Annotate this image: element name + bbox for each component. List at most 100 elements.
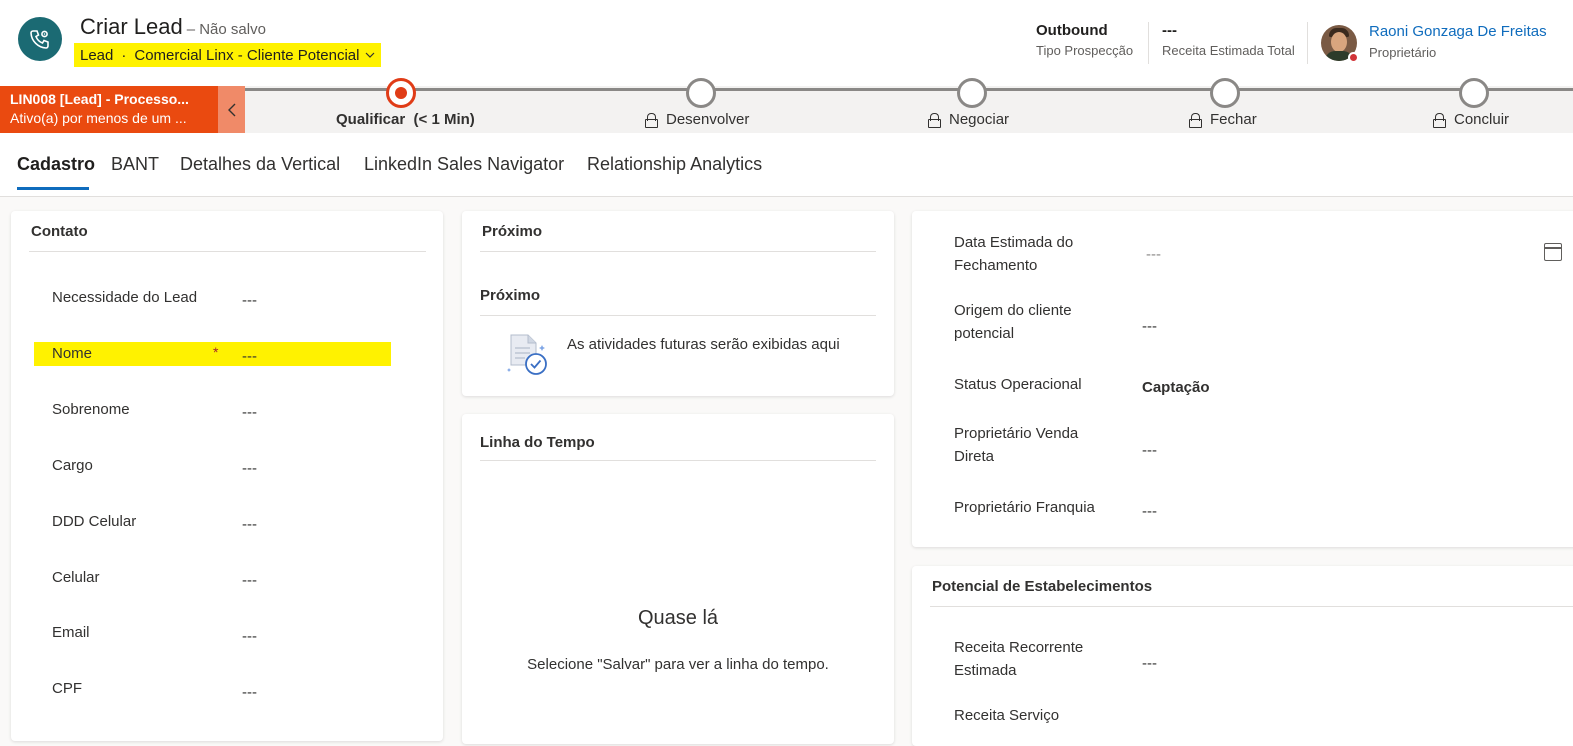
stage-concluir-circle[interactable] — [1459, 78, 1489, 108]
field-label-line: Direta — [954, 448, 995, 465]
field-nome[interactable]: --- — [242, 348, 257, 365]
timeline-empty-text: Selecione "Salvar" para ver a linha do t… — [527, 656, 829, 673]
field-celular[interactable]: --- — [242, 572, 257, 589]
header-field-tipo-prospeccao[interactable]: Outbound Tipo Prospecção — [1036, 22, 1133, 58]
field-label: Proprietário Venda Direta — [954, 422, 1078, 468]
subsection-title: Próximo — [480, 287, 541, 304]
field-label: Nome — [52, 345, 93, 362]
divider — [480, 315, 876, 316]
divider — [480, 460, 876, 461]
presence-busy-icon — [1348, 52, 1359, 63]
field-label: Proprietário Franquia — [954, 496, 1095, 519]
stage-negociar-circle[interactable] — [957, 78, 987, 108]
owner-name-link[interactable]: Raoni Gonzaga De Freitas — [1369, 23, 1547, 40]
tab-bant[interactable]: BANT — [111, 154, 159, 175]
field-label-line: potencial — [954, 325, 1015, 342]
stage-desenvolver[interactable]: Desenvolver — [645, 111, 749, 128]
chevron-down-icon — [365, 49, 375, 61]
required-asterisk: * — [213, 344, 219, 360]
field-necessidade-do-lead[interactable]: --- — [242, 292, 257, 309]
field-label: Status Operacional — [954, 373, 1082, 396]
field-email[interactable]: --- — [242, 628, 257, 645]
divider — [1307, 22, 1308, 64]
empty-state-text: As atividades futuras serão exibidas aqu… — [567, 336, 840, 353]
page-title: Criar Lead — [80, 14, 183, 39]
section-title: Linha do Tempo — [480, 434, 595, 451]
header-field-label: Tipo Prospecção — [1036, 43, 1134, 58]
lock-icon — [645, 113, 658, 128]
stage-label: Desenvolver — [666, 111, 750, 128]
field-label-line: Proprietário Venda — [954, 425, 1079, 442]
field-label-line: Receita Serviço — [954, 707, 1060, 724]
field-label-line: Proprietário Franquia — [954, 499, 1095, 516]
process-name: LIN008 [Lead] - Processo... — [10, 91, 189, 107]
timeline-section — [462, 414, 894, 744]
stage-fechar[interactable]: Fechar — [1189, 111, 1257, 128]
field-label: Sobrenome — [52, 401, 130, 418]
business-process-flow: LIN008 [Lead] - Processo... Ativo(a) por… — [0, 78, 1573, 133]
field-cargo[interactable]: --- — [242, 460, 257, 477]
active-tab-indicator — [17, 187, 89, 190]
stage-fechar-circle[interactable] — [1210, 78, 1240, 108]
field-data-estimada-fechamento[interactable]: --- — [1146, 246, 1161, 263]
tab-detalhes-da-vertical[interactable]: Detalhes da Vertical — [180, 154, 340, 175]
tab-relationship-analytics[interactable]: Relationship Analytics — [587, 154, 762, 175]
separator: · — [121, 46, 127, 64]
stage-negociar[interactable]: Negociar — [928, 111, 1009, 128]
lead-entity-icon — [18, 17, 62, 61]
form-selector[interactable]: Lead · Comercial Linx - Cliente Potencia… — [74, 43, 382, 67]
calendar-icon[interactable] — [1544, 243, 1562, 261]
header-field-value: Outbound — [1036, 22, 1108, 39]
stage-qualificar[interactable]: Qualificar (< 1 Min) — [336, 111, 475, 128]
record-title: Criar Lead – Não salvo — [80, 14, 266, 40]
stage-label: Concluir — [1454, 111, 1510, 128]
field-label-line: Origem do cliente — [954, 302, 1072, 319]
field-label: CPF — [52, 680, 82, 697]
field-label-line: Receita Recorrente — [954, 639, 1084, 656]
field-ddd-celular[interactable]: --- — [242, 516, 257, 533]
collapse-process-button[interactable] — [218, 86, 245, 133]
lock-icon — [1433, 113, 1446, 128]
timeline-empty-title: Quase lá — [637, 607, 719, 629]
field-label-line: Fechamento — [954, 257, 1038, 274]
field-sobrenome[interactable]: --- — [242, 404, 257, 421]
stage-desenvolver-circle[interactable] — [686, 78, 716, 108]
process-track: Qualificar (< 1 Min) Desenvolver Negocia… — [245, 78, 1573, 128]
entity-name: Lead — [80, 46, 114, 64]
save-status: – Não salvo — [186, 21, 266, 38]
divider — [480, 251, 876, 252]
field-label: Receita Recorrente Estimada — [954, 636, 1083, 682]
tab-cadastro[interactable]: Cadastro — [17, 154, 95, 175]
form-header: Criar Lead – Não salvo Lead · Comercial L… — [0, 0, 1573, 86]
field-label: Email — [52, 624, 90, 641]
stage-concluir[interactable]: Concluir — [1433, 111, 1509, 128]
section-title: Contato — [31, 223, 88, 240]
field-label: Receita Serviço — [954, 704, 1059, 727]
field-status-operacional[interactable]: Captação — [1142, 379, 1210, 396]
field-proprietario-franquia[interactable]: --- — [1142, 503, 1157, 520]
stage-label: Negociar — [949, 111, 1010, 128]
stage-qualificar-circle[interactable] — [386, 78, 416, 108]
field-label-line: Estimada — [954, 662, 1017, 679]
process-flyout[interactable]: LIN008 [Lead] - Processo... Ativo(a) por… — [0, 86, 218, 133]
field-receita-recorrente-estimada[interactable]: --- — [1142, 655, 1157, 672]
field-cpf[interactable]: --- — [242, 684, 257, 701]
stage-duration: (< 1 Min) — [413, 111, 475, 128]
owner-label: Proprietário — [1369, 45, 1437, 60]
field-label-line: Data Estimada do — [954, 234, 1074, 251]
form-tabs: Cadastro BANT Detalhes da Vertical Linke… — [0, 133, 1573, 197]
field-label-line: Status Operacional — [954, 376, 1082, 393]
process-status: Ativo(a) por menos de um ... — [10, 110, 187, 126]
section-title: Próximo — [482, 223, 543, 240]
field-origem-cliente-potencial[interactable]: --- — [1142, 318, 1157, 335]
header-field-value: --- — [1162, 22, 1177, 39]
header-field-label: Receita Estimada Total — [1162, 43, 1295, 58]
chevron-left-icon — [227, 103, 235, 116]
header-field-receita-estimada[interactable]: --- Receita Estimada Total — [1162, 22, 1295, 58]
field-label: Origem do cliente potencial — [954, 299, 1072, 345]
tab-linkedin-sales-navigator[interactable]: LinkedIn Sales Navigator — [364, 154, 564, 175]
field-proprietario-venda-direta[interactable]: --- — [1142, 442, 1157, 459]
field-label: Necessidade do Lead — [52, 289, 198, 306]
field-label: Celular — [52, 569, 100, 586]
divider — [1148, 22, 1149, 64]
